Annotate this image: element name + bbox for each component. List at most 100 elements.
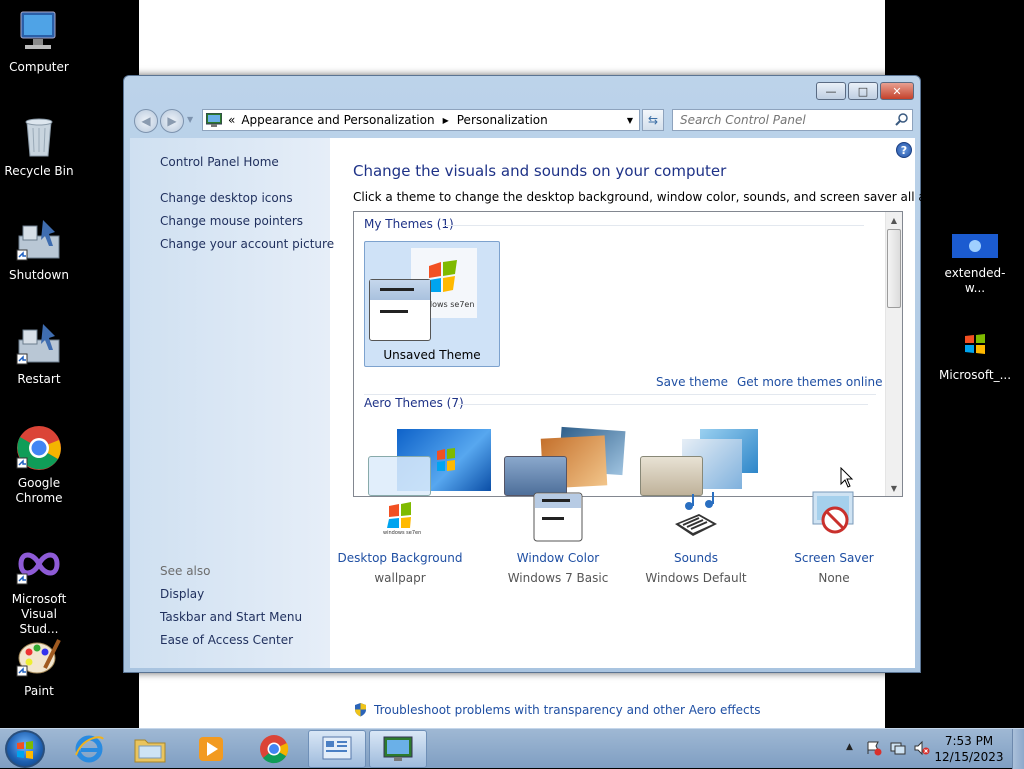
window-color-value: Windows 7 Basic <box>507 571 609 585</box>
help-icon[interactable]: ? <box>896 142 912 158</box>
breadcrumb[interactable]: « Appearance and Personalization ▶ Perso… <box>202 109 640 131</box>
breadcrumb-personalization[interactable]: Personalization <box>457 113 548 127</box>
desktop-icon-microsoft-file[interactable]: Microsoft_... <box>935 332 1015 383</box>
network-icon[interactable] <box>890 740 906 759</box>
desktop-icon-label: Microsoft Visual Stud... <box>11 592 67 636</box>
window-color-swatch <box>369 279 431 341</box>
desktop-icon-computer[interactable]: Computer <box>0 8 78 75</box>
window-color-link[interactable]: Window Color <box>489 548 627 568</box>
desktop-background-icon: windows se7en <box>373 490 427 544</box>
maximize-button[interactable]: □ <box>848 82 878 100</box>
search-icon[interactable] <box>895 113 908 129</box>
taskbar-control-panel[interactable] <box>308 730 366 768</box>
forward-button[interactable]: ▶ <box>160 109 184 133</box>
close-button[interactable]: ✕ <box>880 82 914 100</box>
desktop-icon-google-chrome[interactable]: Google Chrome <box>0 424 78 506</box>
screen-saver-link[interactable]: Screen Saver <box>765 548 903 568</box>
scroll-up-icon[interactable]: ▲ <box>886 212 902 228</box>
desktop-icon-label: Microsoft_... <box>938 368 1012 382</box>
show-hidden-icons-icon[interactable]: ▲ <box>846 742 853 752</box>
sounds-value: Windows Default <box>645 571 747 585</box>
sounds-setting[interactable]: Sounds Windows Default <box>627 490 765 588</box>
theme-list[interactable]: My Themes (1) dows se7en Unsaved Theme S… <box>353 211 903 497</box>
refresh-button[interactable]: ⇆ <box>642 109 664 131</box>
taskbar-internet-explorer[interactable] <box>60 730 118 768</box>
desktop-icon-restart[interactable]: Restart <box>0 320 78 387</box>
window-color-icon <box>531 490 585 544</box>
desktop-icon-shutdown[interactable]: Shutdown <box>0 216 78 283</box>
refresh-icon: ⇆ <box>647 113 659 127</box>
back-button[interactable]: ◀ <box>134 109 158 133</box>
window-color-setting[interactable]: Window Color Windows 7 Basic <box>489 490 627 588</box>
get-more-themes-link[interactable]: Get more themes online <box>737 375 883 389</box>
recycle-bin-icon <box>15 112 63 160</box>
control-panel-icon <box>322 736 352 760</box>
aero-theme-characters[interactable] <box>640 429 765 496</box>
taskbar-media-player[interactable] <box>182 730 240 768</box>
content-area: Control Panel Home Change desktop icons … <box>130 138 967 717</box>
page-subtitle: Click a theme to change the desktop back… <box>353 190 967 204</box>
system-tray: ▲ 7:53 PM 12/15/2023 <box>842 729 1024 769</box>
group-divider <box>444 225 864 226</box>
ease-of-access-link[interactable]: Ease of Access Center <box>160 633 293 647</box>
volume-muted-icon[interactable] <box>914 740 930 759</box>
unsaved-theme-label: Unsaved Theme <box>383 348 481 362</box>
my-themes-label: My Themes (1) <box>364 217 454 231</box>
taskbar-windows-explorer[interactable] <box>121 730 179 768</box>
windows-logo-icon <box>963 332 987 356</box>
personalization-icon <box>383 736 413 761</box>
theme-list-scrollbar[interactable]: ▲ ▼ <box>885 212 902 496</box>
aero-themes-label: Aero Themes (7) <box>364 396 464 410</box>
troubleshoot-text: Troubleshoot problems with transparency … <box>374 702 761 717</box>
recent-pages-dropdown[interactable]: ▼ <box>187 115 193 124</box>
desktop-icon-recycle-bin[interactable]: Recycle Bin <box>0 112 78 179</box>
change-account-picture-link[interactable]: Change your account picture <box>160 237 334 251</box>
unsaved-theme[interactable]: dows se7en Unsaved Theme <box>364 241 500 367</box>
change-mouse-pointers-link[interactable]: Change mouse pointers <box>160 214 303 228</box>
mouse-cursor-icon <box>840 466 854 492</box>
page-title: Change the visuals and sounds on your co… <box>353 162 727 180</box>
breadcrumb-separator-icon[interactable]: ▶ <box>443 116 449 125</box>
search-box <box>672 109 913 131</box>
breadcrumb-appearance[interactable]: Appearance and Personalization <box>241 113 434 127</box>
screen-saver-setting[interactable]: Screen Saver None <box>765 490 903 588</box>
control-panel-icon <box>205 112 223 127</box>
taskbar-chrome[interactable] <box>245 730 303 768</box>
action-center-icon[interactable] <box>866 740 882 759</box>
change-desktop-icons-link[interactable]: Change desktop icons <box>160 191 293 205</box>
windows-logo-icon <box>17 741 33 759</box>
forward-arrow-icon: ▶ <box>167 114 177 128</box>
desktop-background-link[interactable]: Desktop Background <box>330 548 470 568</box>
minimize-icon: — <box>825 84 837 98</box>
desktop-icon-extended-wallpaper[interactable]: extended-w... <box>935 234 1015 296</box>
search-input[interactable] <box>673 110 889 130</box>
sounds-link[interactable]: Sounds <box>627 548 765 568</box>
aero-theme-architecture[interactable] <box>504 426 629 496</box>
start-button[interactable] <box>5 730 45 768</box>
shield-icon <box>353 702 368 717</box>
scrollbar-thumb[interactable] <box>887 229 901 308</box>
desktop-icon-visual-studio[interactable]: Microsoft Visual Stud... <box>0 540 78 637</box>
control-panel-home-link[interactable]: Control Panel Home <box>160 155 279 169</box>
display-link[interactable]: Display <box>160 587 204 601</box>
desktop-icon-paint[interactable]: Paint <box>0 632 78 699</box>
desktop-background-setting[interactable]: windows se7en Desktop Background wallpap… <box>330 490 470 588</box>
show-desktop-button[interactable] <box>1012 729 1024 769</box>
clock-time[interactable]: 7:53 PM <box>932 734 1006 748</box>
main-pane: ? Change the visuals and sounds on your … <box>330 138 967 717</box>
address-dropdown-icon[interactable]: ▼ <box>627 116 633 125</box>
save-theme-link[interactable]: Save theme <box>656 375 728 389</box>
desktop-icon-label: extended-w... <box>944 266 1006 295</box>
taskbar-start-menu-link[interactable]: Taskbar and Start Menu <box>160 610 302 624</box>
troubleshoot-link[interactable]: Troubleshoot problems with transparency … <box>353 702 761 717</box>
screen-saver-icon <box>807 490 861 544</box>
breadcrumb-overflow[interactable]: « <box>228 113 235 127</box>
taskbar-personalization[interactable] <box>369 730 427 768</box>
minimize-button[interactable]: — <box>816 82 846 100</box>
chrome-icon <box>15 424 63 472</box>
shutdown-shortcut-icon <box>15 216 63 264</box>
aero-theme-windows-7[interactable] <box>368 429 493 496</box>
clock-date[interactable]: 12/15/2023 <box>932 750 1006 764</box>
desktop-icon-label: Paint <box>24 684 54 698</box>
image-file-icon <box>952 234 998 258</box>
